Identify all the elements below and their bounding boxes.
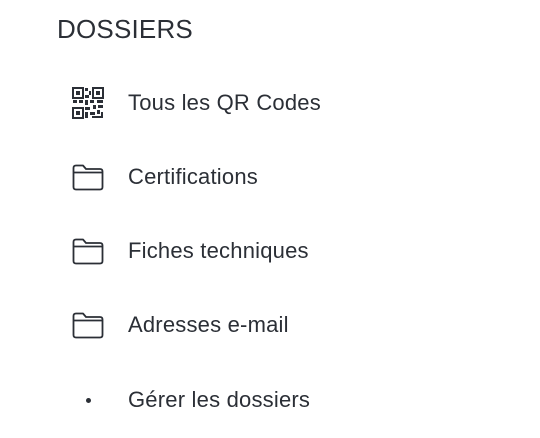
folder-item-fiches-techniques[interactable]: Fiches techniques [60, 226, 500, 276]
folder-item-label: Adresses e-mail [128, 312, 289, 337]
folder-icon [60, 226, 116, 276]
folder-icon [60, 152, 116, 202]
section-title-dossiers: DOSSIERS [57, 14, 193, 44]
folder-item-adresses-email[interactable]: Adresses e-mail [60, 300, 500, 350]
folder-item-label: Certifications [128, 164, 258, 189]
folder-item-label: Gérer les dossiers [128, 387, 311, 412]
folder-icon [60, 300, 116, 350]
folder-item-label: Tous les QR Codes [128, 90, 321, 115]
qr-code-icon [60, 78, 116, 128]
folder-item-label: Fiches techniques [128, 238, 309, 263]
bullet-icon [60, 375, 116, 425]
folder-item-certifications[interactable]: Certifications [60, 152, 500, 202]
manage-folders-link[interactable]: Gérer les dossiers [60, 375, 500, 425]
folder-item-all-qr-codes[interactable]: Tous les QR Codes [60, 78, 500, 128]
